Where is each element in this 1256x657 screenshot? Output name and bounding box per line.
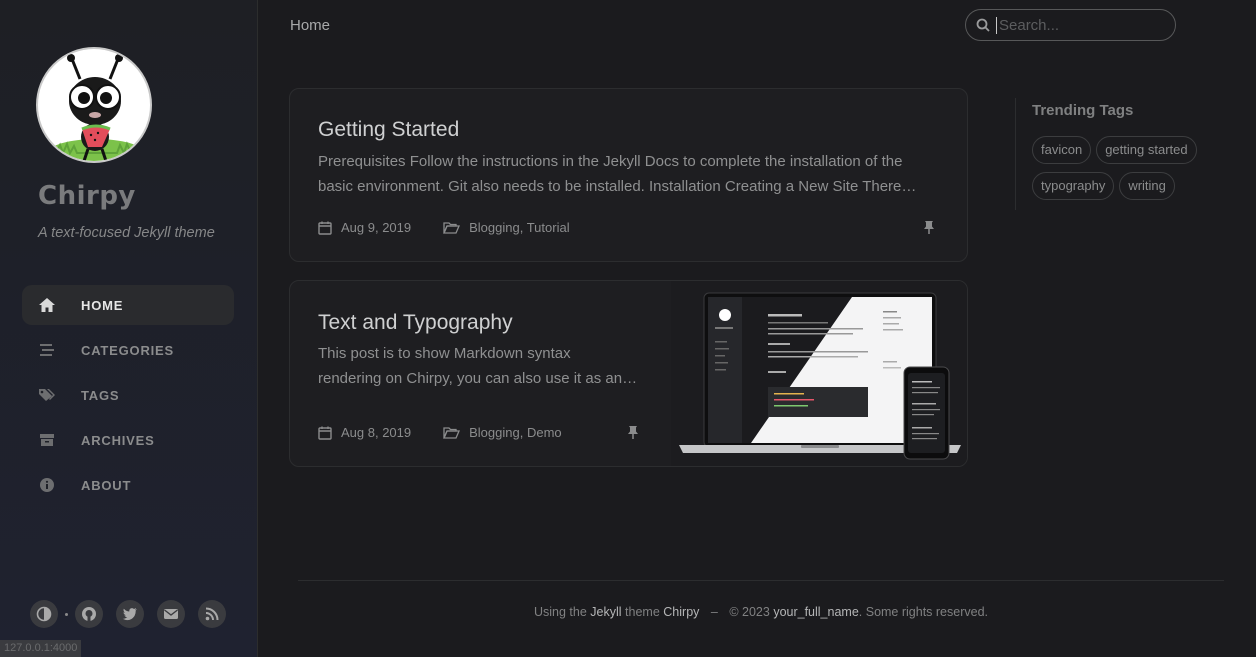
post-meta: Aug 9, 2019 Blogging, Tutorial — [318, 220, 570, 235]
post-excerpt: Prerequisites Follow the instructions in… — [318, 149, 916, 199]
panel-title: Trending Tags — [1032, 102, 1134, 119]
post-date: Aug 8, 2019 — [341, 425, 412, 440]
devices-mockup-image — [679, 292, 961, 460]
search-box[interactable] — [965, 9, 1176, 41]
footer-rights: . Some rights reserved. — [858, 605, 988, 619]
footer-text: theme — [625, 605, 660, 619]
post-card[interactable]: Text and Typography This post is to show… — [289, 280, 968, 467]
github-button[interactable] — [75, 600, 103, 628]
tag-typography[interactable]: typography — [1032, 172, 1115, 200]
footer-text: Using the — [534, 605, 587, 619]
post-categories[interactable]: Blogging, Tutorial — [469, 220, 569, 235]
nav-label: CATEGORIES — [81, 342, 174, 358]
author-link[interactable]: your_full_name — [773, 605, 858, 619]
theme-toggle-button[interactable] — [30, 600, 58, 628]
status-bar-url: 127.0.0.1:4000 — [0, 640, 82, 657]
post-card[interactable]: Getting Started Prerequisites Follow the… — [289, 88, 968, 262]
archive-icon — [38, 431, 56, 449]
post-meta: Aug 8, 2019 Blogging, Demo — [318, 425, 562, 440]
nav-item-about[interactable]: ABOUT — [22, 465, 234, 505]
nav-item-home[interactable]: HOME — [22, 285, 234, 325]
nav-label: ARCHIVES — [81, 432, 155, 448]
excerpt-line: basic environment. Git also needs to be … — [318, 178, 917, 195]
twitter-button[interactable] — [116, 600, 144, 628]
post-title[interactable]: Getting Started — [318, 118, 459, 142]
tag-getting-started[interactable]: getting started — [1096, 136, 1197, 164]
info-icon — [38, 476, 56, 494]
footer-separator: – — [710, 605, 718, 619]
site-subtitle: A text-focused Jekyll theme — [38, 225, 215, 241]
post-title[interactable]: Text and Typography — [318, 311, 513, 335]
excerpt-line: Prerequisites Follow the instructions in… — [318, 153, 903, 170]
nav-label: ABOUT — [81, 477, 132, 493]
nav-item-tags[interactable]: TAGS — [22, 375, 234, 415]
chirpy-link[interactable]: Chirpy — [663, 605, 699, 619]
excerpt-line: This post is to show Markdown syntax — [318, 345, 571, 362]
github-icon — [82, 607, 96, 621]
avatar[interactable] — [36, 47, 152, 163]
twitter-icon — [122, 608, 137, 621]
trending-tags-panel: Trending Tags favicon getting started ty… — [1015, 98, 1215, 210]
footer: Using the Jekyll theme Chirpy – © 2023 y… — [298, 605, 1224, 619]
footer-divider — [298, 580, 1224, 581]
theme-toggle-icon — [36, 606, 52, 622]
nav-label: HOME — [81, 297, 124, 313]
sidebar-bottom — [30, 600, 239, 628]
rss-button[interactable] — [198, 600, 226, 628]
post-preview-image[interactable] — [671, 281, 967, 466]
email-button[interactable] — [157, 600, 185, 628]
folder-open-icon — [443, 426, 461, 439]
pin-icon — [627, 425, 639, 445]
calendar-icon — [318, 221, 332, 235]
excerpt-line: rendering on Chirpy, you can also use it… — [318, 370, 638, 387]
email-icon — [164, 609, 178, 619]
stream-icon — [38, 341, 56, 359]
site-title[interactable]: Chirpy — [38, 181, 136, 211]
folder-open-icon — [443, 221, 461, 234]
search-icon — [976, 18, 990, 32]
ant-mascot-icon — [48, 54, 144, 161]
nav-item-archives[interactable]: ARCHIVES — [22, 420, 234, 460]
tag-list: favicon getting started typography writi… — [1032, 136, 1222, 208]
calendar-icon — [318, 426, 332, 440]
separator-dot — [65, 612, 68, 616]
sidebar: Chirpy A text-focused Jekyll theme HOME … — [0, 0, 258, 657]
footer-copyright: © 2023 — [729, 605, 770, 619]
sidebar-nav: HOME CATEGORIES TAGS ARCHIVES ABOUT — [22, 285, 234, 510]
jekyll-link[interactable]: Jekyll — [590, 605, 621, 619]
nav-item-categories[interactable]: CATEGORIES — [22, 330, 234, 370]
nav-label: TAGS — [81, 387, 120, 403]
post-excerpt: This post is to show Markdown syntax ren… — [318, 341, 637, 391]
rss-icon — [205, 607, 219, 621]
pin-icon — [923, 220, 935, 240]
breadcrumb: Home — [290, 17, 331, 34]
tag-favicon[interactable]: favicon — [1032, 136, 1092, 164]
search-input[interactable] — [996, 16, 1166, 34]
tag-writing[interactable]: writing — [1119, 172, 1175, 200]
post-categories[interactable]: Blogging, Demo — [469, 425, 562, 440]
post-date: Aug 9, 2019 — [341, 220, 412, 235]
tags-icon — [38, 386, 56, 404]
home-icon — [38, 296, 56, 314]
